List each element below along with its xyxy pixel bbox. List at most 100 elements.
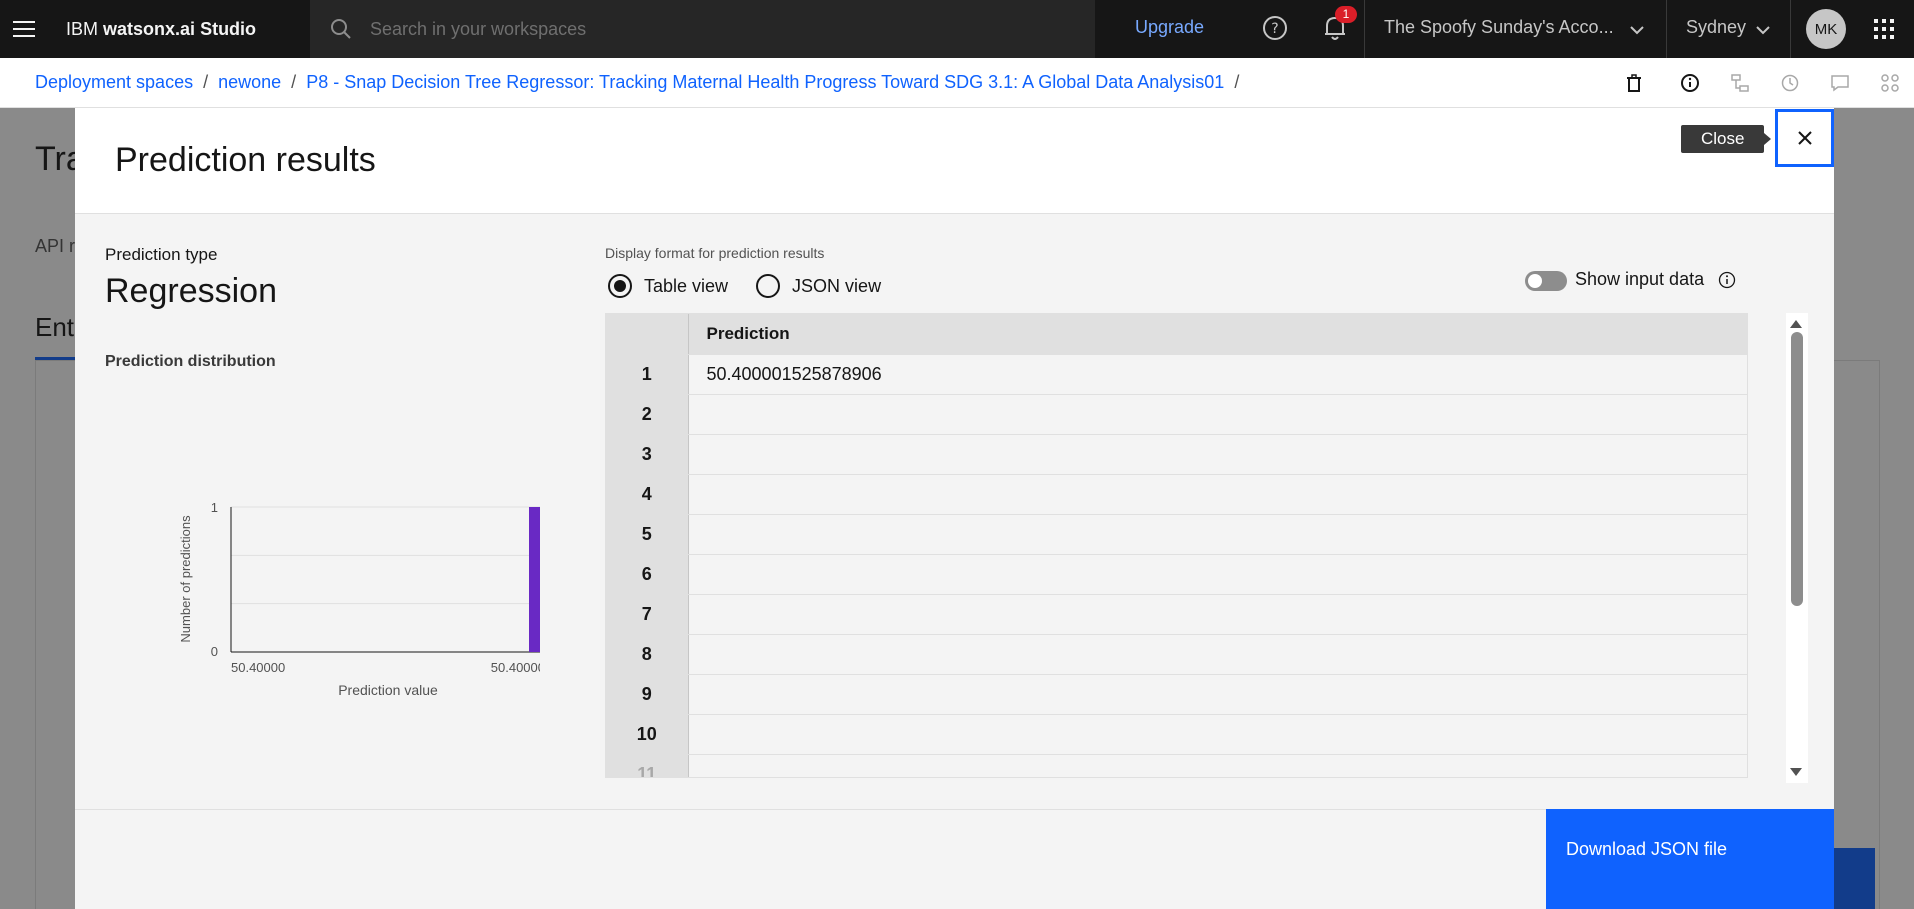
table-row[interactable]: 1 50.400001525878906 — [606, 354, 1747, 395]
breadcrumb-item[interactable]: P8 - Snap Decision Tree Regressor: Track… — [306, 72, 1224, 92]
breadcrumb-item[interactable]: newone — [218, 72, 281, 92]
close-tooltip: Close — [1681, 125, 1772, 153]
x-tick-label: 50.40000 — [491, 660, 540, 675]
prediction-cell — [688, 554, 1747, 595]
scrollbar-thumb[interactable] — [1791, 332, 1803, 606]
search-icon — [331, 19, 351, 39]
close-button[interactable] — [1775, 109, 1834, 167]
modal-title: Prediction results — [115, 141, 376, 179]
y-tick-label: 0 — [211, 644, 218, 659]
app-switcher-icon[interactable] — [1874, 19, 1894, 39]
json-view-radio[interactable] — [756, 274, 781, 298]
info-icon[interactable] — [1680, 73, 1700, 98]
brand-name: watsonx.ai Studio — [103, 18, 257, 39]
table-row[interactable]: 7 — [606, 594, 1747, 635]
chevron-down-icon[interactable] — [1630, 22, 1644, 40]
row-index: 1 — [606, 354, 689, 395]
breadcrumb-separator: / — [291, 72, 297, 92]
table-row[interactable]: 2 — [606, 394, 1747, 435]
table-row[interactable]: 8 — [606, 634, 1747, 675]
svg-text:?: ? — [1271, 21, 1278, 37]
prediction-type-value: Regression — [105, 272, 277, 310]
table-view-label[interactable]: Table view — [644, 276, 728, 297]
row-index: 6 — [606, 554, 689, 595]
nodes-icon[interactable] — [1880, 73, 1900, 98]
breadcrumb-bar: Deployment spaces / newone / P8 - Snap Decis… — [0, 58, 1914, 108]
row-index: 10 — [606, 714, 689, 755]
row-index: 4 — [606, 474, 689, 515]
display-format-label: Display format for prediction results — [605, 245, 825, 261]
avatar[interactable]: MK — [1806, 9, 1846, 49]
info-icon[interactable] — [1718, 271, 1736, 294]
row-index: 8 — [606, 634, 689, 675]
chart-bars — [529, 507, 540, 652]
row-index: 3 — [606, 434, 689, 475]
prediction-table-container: Prediction 1 50.400001525878906 2 3 4 5 6 7 8 9 10… — [605, 313, 1748, 778]
search-bar[interactable] — [310, 0, 1095, 58]
distribution-label: Prediction distribution — [105, 353, 276, 370]
table-view-radio[interactable] — [608, 274, 632, 298]
prediction-cell: 50.400001525878906 — [688, 354, 1747, 395]
search-input[interactable] — [370, 18, 970, 40]
row-index: 5 — [606, 514, 689, 555]
table-row[interactable]: 5 — [606, 514, 1747, 555]
y-axis-label: Number of predictions — [178, 515, 193, 643]
prediction-cell — [688, 594, 1747, 635]
prediction-cell — [688, 394, 1747, 435]
region-switcher[interactable]: Sydney — [1686, 17, 1746, 38]
y-tick-label: 1 — [211, 500, 218, 515]
json-view-label[interactable]: JSON view — [792, 276, 881, 297]
prediction-cell — [688, 634, 1747, 675]
table-header-row: Prediction — [606, 314, 1747, 355]
prediction-cell — [688, 754, 1747, 777]
row-index: 2 — [606, 394, 689, 435]
table-row[interactable]: 3 — [606, 434, 1747, 475]
prediction-table: Prediction 1 50.400001525878906 2 3 4 5 6 7 8 9 10… — [606, 314, 1747, 777]
download-json-button[interactable]: Download JSON file — [1546, 809, 1834, 909]
prediction-cell — [688, 674, 1747, 715]
chart-grid — [231, 506, 540, 605]
breadcrumb-item[interactable]: Deployment spaces — [35, 72, 193, 92]
flow-icon[interactable] — [1730, 73, 1750, 98]
account-switcher[interactable]: The Spoofy Sunday's Acco... — [1384, 17, 1614, 38]
nav-divider — [1364, 0, 1365, 58]
history-icon[interactable] — [1780, 73, 1800, 98]
nav-divider — [1666, 0, 1667, 58]
row-index: 11 — [606, 754, 689, 777]
x-tick-label: 50.40000 — [231, 660, 285, 675]
prediction-column-header[interactable]: Prediction — [688, 314, 1747, 355]
index-header — [606, 314, 689, 355]
breadcrumb-separator: / — [203, 72, 209, 92]
table-row[interactable]: 6 — [606, 554, 1747, 595]
help-icon[interactable]: ? — [1262, 15, 1288, 46]
prediction-cell — [688, 714, 1747, 755]
prediction-cell — [688, 434, 1747, 475]
prediction-cell — [688, 474, 1747, 515]
row-index: 9 — [606, 674, 689, 715]
x-axis-label: Prediction value — [338, 682, 438, 698]
prediction-cell — [688, 514, 1747, 555]
prediction-distribution-chart: 1 0 50.40000 50.40000 Prediction value N… — [178, 500, 540, 698]
view-radio-group: Table view JSON view — [608, 274, 909, 298]
table-row[interactable]: 10 — [606, 714, 1747, 755]
table-row[interactable]: 9 — [606, 674, 1747, 715]
upgrade-link[interactable]: Upgrade — [1135, 17, 1204, 38]
close-icon — [1797, 131, 1812, 145]
table-row[interactable]: 4 — [606, 474, 1747, 515]
table-row[interactable]: 11 — [606, 754, 1747, 777]
show-input-toggle[interactable] — [1525, 271, 1567, 291]
chevron-down-icon[interactable] — [1756, 22, 1770, 40]
show-input-label: Show input data — [1575, 269, 1705, 289]
comment-icon[interactable] — [1830, 73, 1850, 98]
row-index: 7 — [606, 594, 689, 635]
nav-divider — [1790, 0, 1791, 58]
menu-icon[interactable] — [0, 0, 48, 58]
trash-icon[interactable] — [1624, 73, 1644, 98]
modal-header: Prediction results — [75, 108, 1834, 214]
breadcrumb: Deployment spaces / newone / P8 - Snap Decis… — [35, 72, 1249, 93]
scroll-down-icon[interactable] — [1789, 764, 1803, 782]
prediction-results-modal: Prediction results Close Prediction type… — [75, 108, 1834, 909]
notification-badge: 1 — [1335, 6, 1357, 23]
chart-bar[interactable] — [529, 507, 540, 652]
prediction-type-label: Prediction type — [105, 245, 218, 264]
